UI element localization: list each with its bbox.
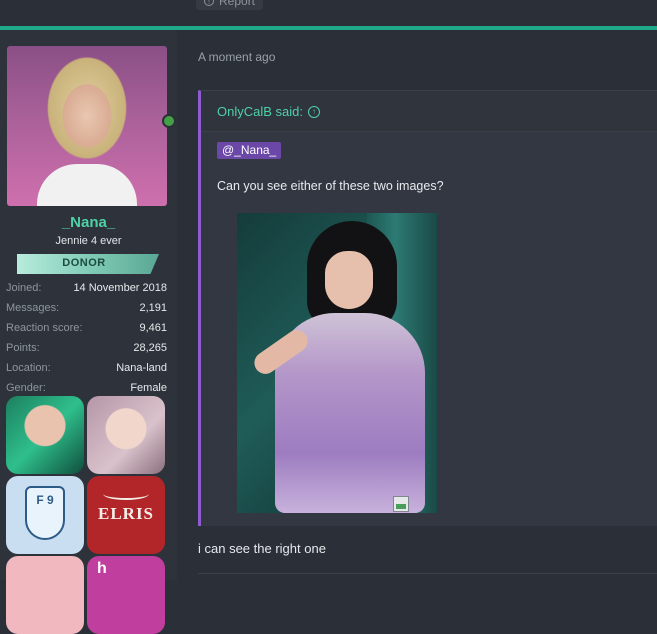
online-status-icon: [162, 114, 176, 128]
broken-image-icon[interactable]: [393, 496, 409, 512]
user-mention[interactable]: @_Nana_: [217, 142, 282, 159]
avatar[interactable]: [7, 46, 167, 206]
user-title: Jennie 4 ever: [55, 235, 122, 247]
quote-block: OnlyCalB said: ↑ @_Nana_ Can you see eit…: [198, 90, 657, 526]
stat-label: Joined:: [6, 282, 42, 294]
report-icon: !: [204, 0, 214, 6]
stat-value: 9,461: [139, 322, 167, 334]
stat-value: Nana-land: [116, 362, 167, 374]
stat-value: Female: [130, 382, 167, 394]
stat-label: Reaction score:: [6, 322, 83, 334]
badge-member-lilac-hair: [87, 396, 165, 474]
quoted-image[interactable]: [237, 213, 437, 513]
stat-joined: Joined: 14 November 2018: [6, 278, 167, 298]
badge-school-crest: F 9: [6, 476, 84, 554]
crest-icon: F 9: [25, 486, 65, 540]
donor-banner-label: DONOR: [62, 257, 106, 269]
username-link[interactable]: _Nana_: [0, 214, 177, 231]
stat-value: 14 November 2018: [73, 282, 167, 294]
post-body-text: i can see the right one: [198, 541, 326, 556]
user-stats: Joined: 14 November 2018 Messages: 2,191 R…: [6, 278, 167, 398]
stat-label: Gender:: [6, 382, 46, 394]
stat-value: 28,265: [133, 342, 167, 354]
badge-cat-partial: [6, 556, 84, 634]
quote-header: OnlyCalB said: ↑: [201, 91, 657, 132]
stat-points: Points: 28,265: [6, 338, 167, 358]
stat-location: Location: Nana-land: [6, 358, 167, 378]
stat-gender: Gender: Female: [6, 378, 167, 398]
stat-value: 2,191: [139, 302, 167, 314]
quote-author-label: OnlyCalB said:: [217, 104, 303, 119]
roof-icon: [103, 488, 149, 500]
post-content: A moment ago OnlyCalB said: ↑ @_Nana_ Ca…: [177, 30, 657, 580]
stat-label: Location:: [6, 362, 51, 374]
previous-post-footer: ! Report: [0, 0, 657, 26]
badge-elris-text: ELRIS: [97, 504, 155, 523]
avatar-shirt: [37, 164, 137, 206]
stat-label: Messages:: [6, 302, 60, 314]
report-button[interactable]: ! Report: [196, 0, 264, 10]
report-label: Report: [219, 0, 256, 8]
stat-label: Points:: [6, 342, 40, 354]
stat-messages: Messages: 2,191: [6, 298, 167, 318]
badge-partial-text: h: [97, 560, 107, 577]
image-face: [325, 251, 373, 309]
post-divider: [198, 573, 657, 574]
badge-elris: ELRIS: [87, 476, 165, 554]
quote-author-link[interactable]: OnlyCalB said: ↑: [217, 104, 320, 119]
quote-text: Can you see either of these two images?: [217, 179, 444, 193]
badge-member-green-hair: [6, 396, 84, 474]
badge-partial: h: [87, 556, 165, 634]
user-sidebar: _Nana_ Jennie 4 ever DONOR Joined: 14 Nov…: [0, 30, 177, 634]
arrow-up-circle-icon[interactable]: ↑: [307, 105, 320, 118]
post-timestamp[interactable]: A moment ago: [198, 50, 275, 64]
stat-reaction-score: Reaction score: 9,461: [6, 318, 167, 338]
